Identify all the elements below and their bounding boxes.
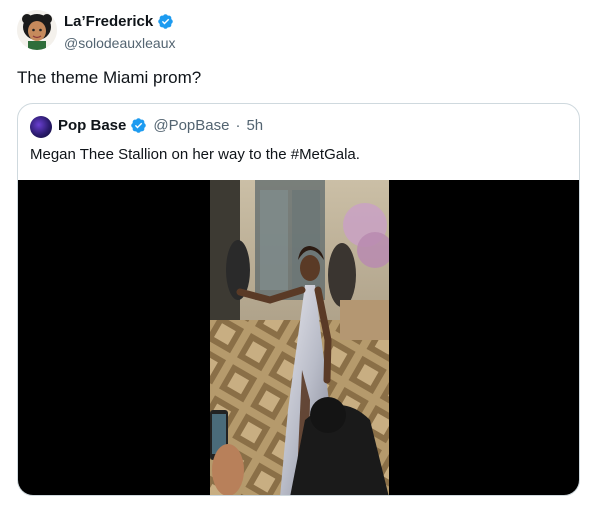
quote-text: Megan Thee Stallion on her way to the #M… [30, 146, 360, 163]
video-player[interactable] [18, 180, 579, 495]
tweet-text: The theme Miami prom? [17, 68, 202, 87]
author-name[interactable]: La’Frederick [64, 13, 153, 30]
verified-badge-icon [157, 13, 174, 30]
quote-author-handle[interactable]: @PopBase [153, 117, 229, 134]
quote-header: Pop Base @PopBase · 5h [58, 117, 263, 134]
verified-badge-icon [130, 117, 147, 134]
quoted-tweet[interactable]: Pop Base @PopBase · 5h Megan Thee Stalli… [17, 103, 580, 496]
quote-timestamp[interactable]: 5h [246, 117, 263, 134]
quote-author-avatar[interactable] [30, 116, 52, 138]
author-avatar[interactable] [17, 10, 57, 50]
author-name-row[interactable]: La’Frederick [64, 13, 174, 30]
video-frame[interactable] [210, 180, 389, 495]
meta-separator: · [235, 117, 241, 134]
quote-author-name[interactable]: Pop Base [58, 117, 126, 134]
author-handle[interactable]: @solodeauxleaux [64, 35, 176, 51]
video-still-image [210, 180, 389, 495]
